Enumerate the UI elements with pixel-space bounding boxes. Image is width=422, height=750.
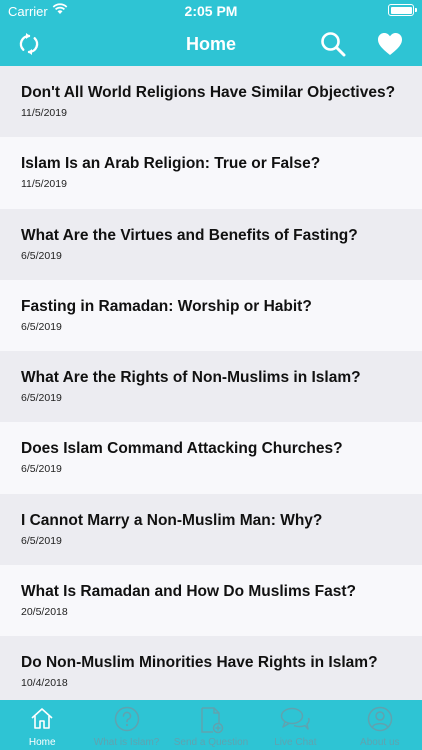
status-bar: Carrier 2:05 PM xyxy=(0,0,422,22)
item-title: Do Non-Muslim Minorities Have Rights in … xyxy=(21,654,378,672)
tab-label: What is Islam? xyxy=(93,737,160,748)
battery-icon xyxy=(388,4,417,16)
user-icon xyxy=(367,706,393,732)
item-title: Does Islam Command Attacking Churches? xyxy=(21,440,343,458)
search-icon[interactable] xyxy=(320,31,346,57)
item-date: 11/5/2019 xyxy=(21,178,67,191)
chat-icon xyxy=(281,707,311,730)
page-title: Home xyxy=(185,34,236,54)
list-item[interactable]: Does Islam Command Attacking Churches? 6… xyxy=(0,422,422,494)
item-date: 6/5/2019 xyxy=(21,249,62,262)
item-date: 6/5/2019 xyxy=(21,320,62,333)
item-title: What Are the Virtues and Benefits of Fas… xyxy=(21,226,358,244)
status-time: 2:05 PM xyxy=(184,3,238,19)
article-list: Don't All World Religions Have Similar O… xyxy=(0,66,422,700)
item-title: What Is Ramadan and How Do Muslims Fast? xyxy=(21,583,357,601)
item-date: 11/5/2019 xyxy=(21,107,67,119)
tab-home[interactable]: Home xyxy=(0,700,84,750)
tab-bar: Home What is Islam? Send a Question Live… xyxy=(0,700,422,750)
list-item[interactable]: Do Non-Muslim Minorities Have Rights in … xyxy=(0,636,422,700)
list-item[interactable]: What Is Ramadan and How Do Muslims Fast?… xyxy=(0,565,422,637)
tab-what-is-islam[interactable]: What is Islam? xyxy=(84,700,168,750)
tab-live-chat[interactable]: Live Chat xyxy=(253,700,337,750)
item-title: I Cannot Marry a Non-Muslim Man: Why? xyxy=(21,511,323,529)
item-title: Islam Is an Arab Religion: True or False… xyxy=(21,155,321,173)
list-item[interactable]: What Are the Rights of Non-Muslims in Is… xyxy=(0,351,422,423)
item-title: Don't All World Religions Have Similar O… xyxy=(21,84,396,101)
compose-icon xyxy=(201,707,224,734)
header: Carrier 2:05 PM Home xyxy=(0,0,422,66)
item-title: Fasting in Ramadan: Worship or Habit? xyxy=(21,297,312,315)
tab-label: Send a Question xyxy=(173,737,249,748)
list-item[interactable]: Islam Is an Arab Religion: True or False… xyxy=(0,137,422,209)
list-item[interactable]: Don't All World Religions Have Similar O… xyxy=(0,66,422,138)
list-item[interactable]: Fasting in Ramadan: Worship or Habit? 6/… xyxy=(0,279,422,352)
question-icon xyxy=(114,706,139,732)
item-date: 10/4/2018 xyxy=(21,677,68,690)
item-date: 6/5/2019 xyxy=(21,534,62,547)
item-title: What Are the Rights of Non-Muslims in Is… xyxy=(21,369,361,387)
tab-label: Home xyxy=(28,737,56,748)
favorites-heart-icon[interactable] xyxy=(377,32,403,56)
item-date: 6/5/2019 xyxy=(21,392,62,405)
list-item[interactable]: What Are the Virtues and Benefits of Fas… xyxy=(0,208,422,280)
tab-label: Live Chat xyxy=(274,737,317,748)
home-icon xyxy=(31,708,53,729)
item-date: 6/5/2019 xyxy=(21,463,62,476)
tab-about-us[interactable]: About us xyxy=(338,700,422,750)
tab-label: About us xyxy=(360,737,400,748)
item-date: 20/5/2018 xyxy=(21,606,68,619)
list-item[interactable]: I Cannot Marry a Non-Muslim Man: Why? 6/… xyxy=(0,493,422,566)
tab-send-question[interactable]: Send a Question xyxy=(169,700,253,750)
